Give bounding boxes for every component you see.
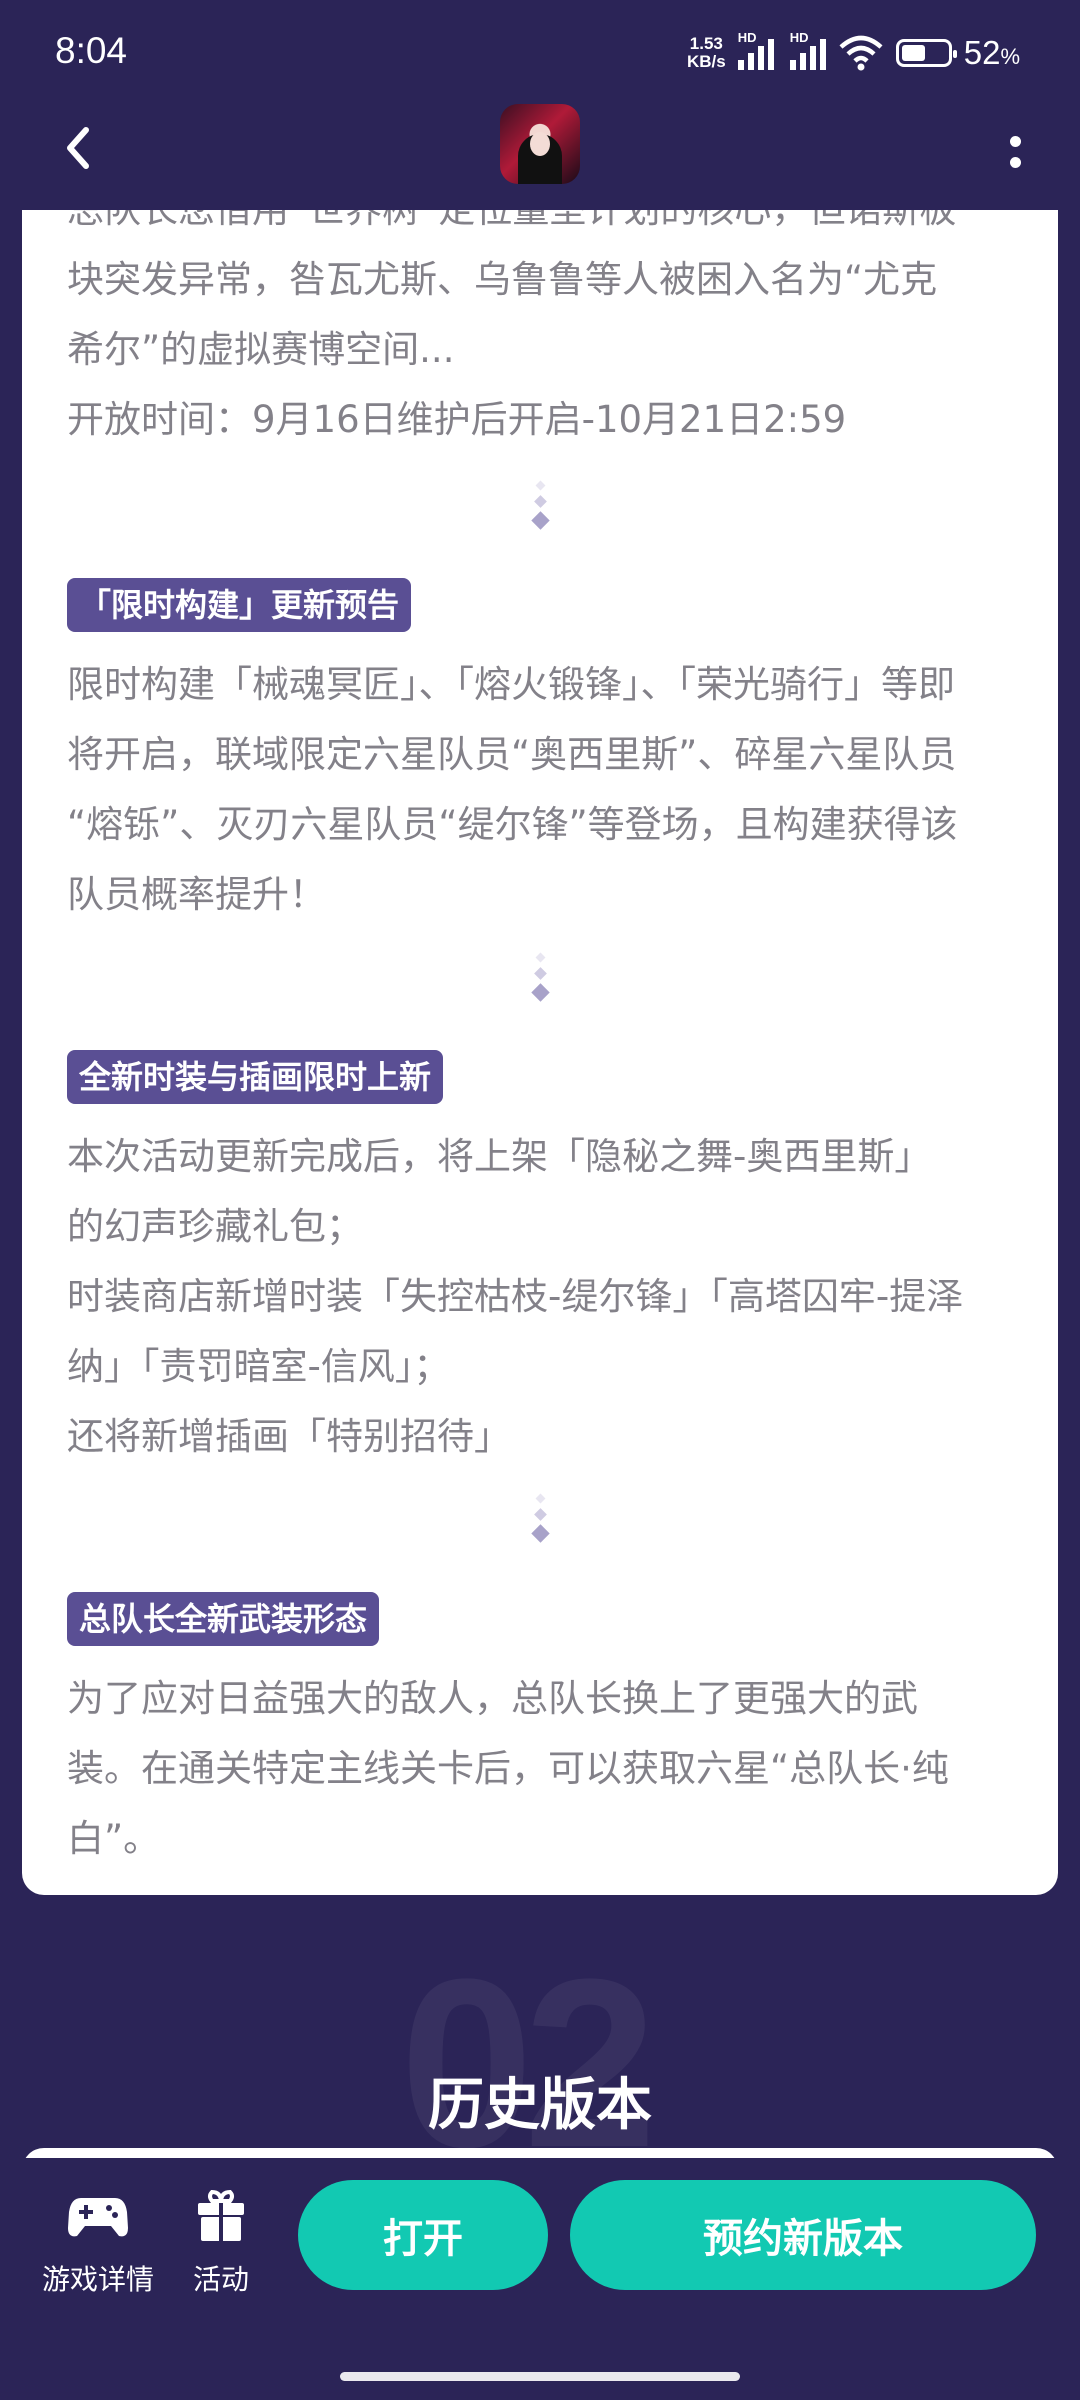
status-bar: 8:04 1.53 KB/s HD HD 52% xyxy=(0,0,1080,100)
reserve-new-version-button[interactable]: 预约新版本 xyxy=(570,2180,1036,2290)
network-speed: 1.53 KB/s xyxy=(687,35,726,71)
section-line: 队员概率提升！ xyxy=(67,873,326,916)
section-line: 白”。 xyxy=(67,1817,161,1860)
section-tag: 「限时构建」更新预告 xyxy=(67,578,412,632)
section-divider xyxy=(530,1493,550,1543)
section-tag: 总队长全新武装形态 xyxy=(67,1592,380,1646)
intro-open-time: 开放时间：9月16日维护后开启-10月21日2:59 xyxy=(67,398,847,441)
section-line: 限时构建「械魂冥匠」、「熔火锻锋」、「荣光骑行」等即 xyxy=(67,663,955,706)
section-line: 装。在通关特定主线关卡后，可以获取六星“总队长·纯 xyxy=(67,1747,949,1790)
section-limited-build: 「限时构建」更新预告 xyxy=(67,578,1020,632)
section-divider xyxy=(530,952,550,1002)
network-speed-value: 1.53 xyxy=(689,34,723,53)
more-dot xyxy=(1009,157,1021,168)
gamepad-icon xyxy=(68,2198,128,2237)
more-button[interactable] xyxy=(1000,122,1030,182)
more-dot xyxy=(1009,136,1021,147)
section-new-costumes: 全新时装与插画限时上新 xyxy=(67,1050,1020,1104)
signal-icon: HD xyxy=(737,30,774,70)
section-line: 纳」「责罚暗室-信风」； xyxy=(67,1345,451,1388)
section-body: 为了应对日益强大的敌人，总队长换上了更强大的武 装。在通关特定主线关卡后，可以获… xyxy=(67,1664,1020,1874)
home-indicator[interactable] xyxy=(340,2372,740,2381)
section-line: 的幻声珍藏礼包； xyxy=(67,1205,363,1248)
nav-activity-label: 活动 xyxy=(192,2263,249,2296)
section-line: 还将新增插画「特别招待」 xyxy=(67,1415,511,1458)
chevron-left-icon xyxy=(67,127,89,169)
section-tag: 全新时装与插画限时上新 xyxy=(67,1050,444,1104)
intro-line: 块突发异常，咎瓦尤斯、乌鲁鲁等人被困入名为“尤克 xyxy=(67,258,938,301)
back-button[interactable] xyxy=(50,118,120,188)
battery-percent-sign: % xyxy=(1000,44,1020,69)
battery-percent-value: 52 xyxy=(963,34,1001,71)
article-card: 总队长您借用“世界树”定位量坚计划的核心，但诺斯板 块突发异常，咎瓦尤斯、乌鲁鲁… xyxy=(22,210,1058,1895)
nav-game-details[interactable]: 游戏详情 xyxy=(42,2188,154,2298)
nav-game-details-label: 游戏详情 xyxy=(42,2263,155,2296)
intro-line: 总队长您借用“世界树”定位量坚计划的核心，但诺斯板 xyxy=(67,210,1020,245)
gift-icon xyxy=(198,2189,244,2241)
status-icons: 1.53 KB/s HD HD 52% xyxy=(687,28,1020,78)
game-icon[interactable] xyxy=(500,104,580,184)
section-body: 本次活动更新完成后，将上架「隐秘之舞-奥西里斯」 的幻声珍藏礼包； 时装商店新增… xyxy=(67,1122,1020,1472)
section-line: “熔铄”、灭刃六星队员“缇尔锋”等登场，且构建获得该 xyxy=(67,803,958,846)
battery-percent: 52% xyxy=(964,34,1020,72)
hd-label: HD xyxy=(789,30,809,45)
signal-icon: HD xyxy=(789,30,826,70)
hd-label: HD xyxy=(737,30,757,45)
intro-line: 希尔”的虚拟赛博空间... xyxy=(67,328,455,371)
section-line: 为了应对日益强大的敌人，总队长换上了更强大的武 xyxy=(67,1677,918,1720)
open-button[interactable]: 打开 xyxy=(298,2180,548,2290)
section-body: 限时构建「械魂冥匠」、「熔火锻锋」、「荣光骑行」等即 将开启，联域限定六星队员“… xyxy=(67,650,1020,930)
section-line: 时装商店新增时装「失控枯枝-缇尔锋」「高塔囚牢-提泽 xyxy=(67,1275,964,1318)
wifi-icon xyxy=(839,35,883,71)
history-title: 历史版本 xyxy=(428,2073,652,2138)
status-time: 8:04 xyxy=(55,30,128,71)
section-line: 将开启，联域限定六星队员“奥西里斯”、碎星六星队员 xyxy=(67,733,957,776)
nav-activity[interactable]: 活动 xyxy=(190,2188,252,2298)
bottom-action-bar: 游戏详情 活动 打开 预约新版本 xyxy=(0,2158,1080,2348)
battery-icon xyxy=(895,39,957,67)
section-new-armament: 总队长全新武装形态 xyxy=(67,1592,1020,1646)
network-speed-unit: KB/s xyxy=(686,52,726,71)
section-divider xyxy=(530,480,550,530)
app-header xyxy=(0,100,1080,210)
section-line: 本次活动更新完成后，将上架「隐秘之舞-奥西里斯」 xyxy=(67,1135,932,1178)
intro-block: 总队长您借用“世界树”定位量坚计划的核心，但诺斯板 块突发异常，咎瓦尤斯、乌鲁鲁… xyxy=(67,210,1020,455)
